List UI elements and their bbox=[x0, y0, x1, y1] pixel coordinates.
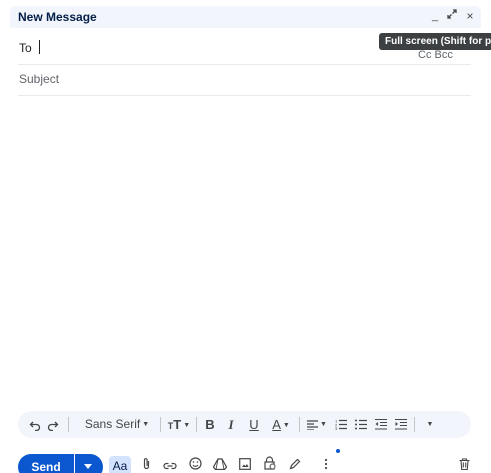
formatting-options-button[interactable]: Aa bbox=[109, 456, 131, 473]
bulleted-list-button[interactable] bbox=[352, 411, 370, 438]
indent-less-button[interactable] bbox=[372, 411, 390, 438]
send-button[interactable]: Send bbox=[18, 454, 74, 473]
align-button[interactable]: ▼ bbox=[304, 411, 330, 438]
attach-files-button[interactable] bbox=[137, 456, 155, 473]
toolbar-divider bbox=[160, 417, 161, 432]
bold-button[interactable]: B bbox=[201, 411, 219, 438]
photo-icon bbox=[239, 458, 251, 470]
indent-less-icon bbox=[375, 419, 387, 430]
align-icon bbox=[307, 420, 319, 430]
insert-emoji-button[interactable] bbox=[185, 456, 205, 473]
more-options-button[interactable] bbox=[318, 456, 334, 473]
link-icon bbox=[163, 462, 177, 470]
toolbar-divider bbox=[299, 417, 300, 432]
to-field[interactable]: To bbox=[18, 34, 471, 65]
lock-clock-icon bbox=[264, 456, 276, 470]
chevron-down-icon: ▼ bbox=[426, 421, 434, 429]
underline-button[interactable]: U bbox=[245, 411, 263, 438]
minimize-button[interactable]: _ bbox=[428, 8, 442, 24]
chevron-down-icon: ▼ bbox=[183, 422, 191, 430]
message-body[interactable] bbox=[18, 100, 471, 400]
compose-title: New Message bbox=[18, 10, 97, 24]
signature-icon bbox=[289, 458, 301, 470]
insert-signature-button[interactable] bbox=[285, 456, 305, 473]
subject-field[interactable] bbox=[18, 65, 471, 96]
redo-button[interactable] bbox=[44, 411, 62, 438]
chevron-down-icon: ▼ bbox=[282, 422, 290, 430]
text-caret bbox=[39, 40, 40, 54]
trash-icon bbox=[459, 458, 469, 471]
font-family-value: Sans Serif bbox=[84, 417, 141, 431]
to-label: To bbox=[19, 41, 32, 55]
chevron-down-icon: ▼ bbox=[142, 421, 150, 429]
undo-button[interactable] bbox=[26, 411, 44, 438]
numbered-list-icon: 123 bbox=[335, 419, 347, 430]
italic-button[interactable]: I bbox=[222, 411, 240, 438]
attach-icon bbox=[143, 458, 149, 470]
toolbar-divider bbox=[68, 417, 69, 432]
more-formatting-button[interactable]: ▼ bbox=[419, 411, 439, 438]
toolbar-divider bbox=[196, 417, 197, 432]
font-size-button[interactable]: TT ▼ bbox=[164, 411, 194, 438]
toolbar-divider bbox=[414, 417, 415, 432]
chevron-down-icon: ▼ bbox=[320, 421, 327, 429]
formatting-toolbar: Sans Serif ▼ TT ▼ B I U A ▼ ▼ 123 ▼ bbox=[18, 411, 471, 438]
compose-header[interactable]: New Message _ × bbox=[10, 6, 481, 28]
text-color-icon: A bbox=[272, 417, 281, 432]
indent-more-button[interactable] bbox=[392, 411, 410, 438]
indent-more-icon bbox=[395, 419, 407, 430]
bulleted-list-icon bbox=[355, 419, 367, 430]
insert-photo-button[interactable] bbox=[235, 456, 255, 473]
svg-text:3: 3 bbox=[335, 426, 338, 430]
undo-icon bbox=[29, 421, 41, 431]
close-button[interactable]: × bbox=[463, 8, 477, 24]
emoji-icon bbox=[188, 457, 202, 470]
discard-draft-button[interactable] bbox=[455, 456, 473, 473]
chevron-down-icon bbox=[84, 464, 92, 469]
fullscreen-button[interactable] bbox=[445, 8, 459, 24]
more-options-icon bbox=[324, 458, 328, 470]
confidential-mode-button[interactable] bbox=[260, 456, 280, 473]
redo-icon bbox=[47, 421, 59, 431]
text-color-button[interactable]: A ▼ bbox=[267, 411, 295, 438]
fullscreen-icon bbox=[447, 9, 457, 19]
font-family-select[interactable]: Sans Serif ▼ bbox=[74, 411, 160, 438]
notification-dot bbox=[336, 449, 340, 453]
insert-link-button[interactable] bbox=[160, 456, 180, 473]
cc-bcc-link[interactable]: Cc Bcc bbox=[418, 49, 453, 61]
subject-input[interactable] bbox=[18, 69, 378, 89]
drive-icon bbox=[212, 458, 228, 471]
numbered-list-button[interactable]: 123 bbox=[332, 411, 350, 438]
insert-drive-button[interactable] bbox=[210, 456, 230, 473]
send-options-button[interactable] bbox=[75, 454, 103, 473]
